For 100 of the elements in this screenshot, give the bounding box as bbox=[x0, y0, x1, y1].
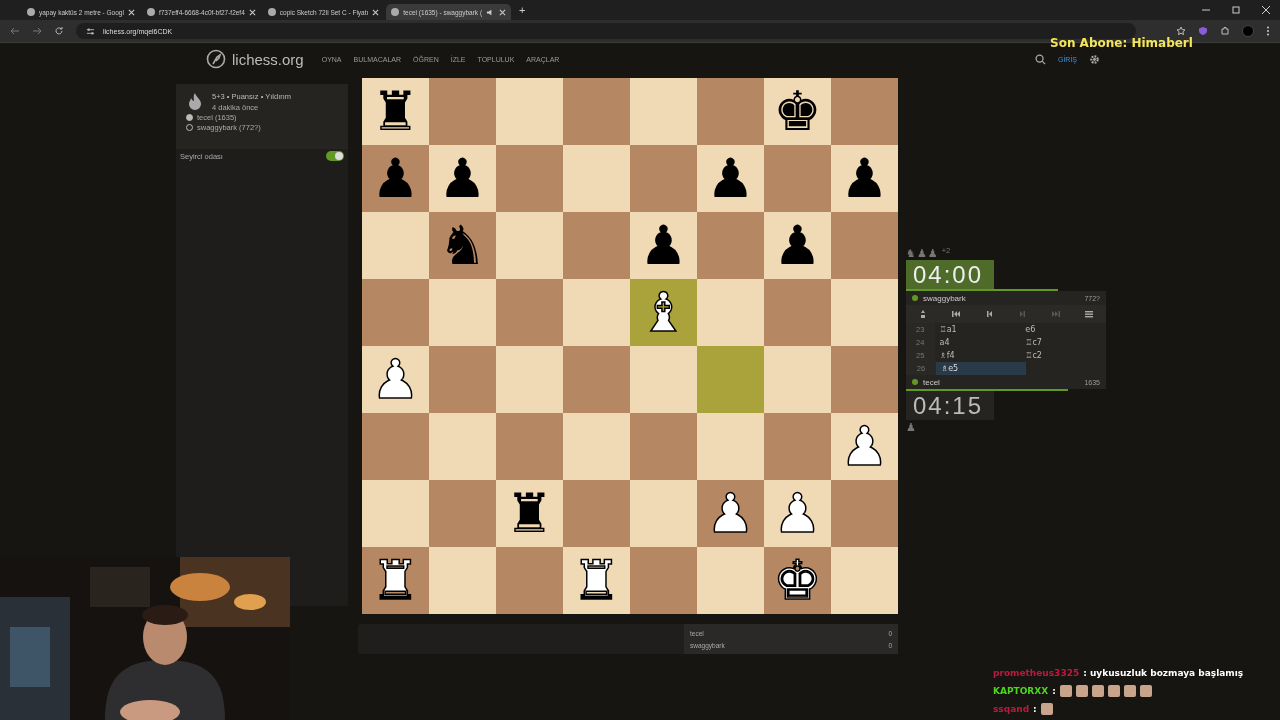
board-square[interactable] bbox=[563, 78, 630, 145]
chess-piece[interactable]: ♚ bbox=[773, 81, 822, 142]
shield-icon[interactable] bbox=[1198, 26, 1208, 36]
board-square[interactable] bbox=[496, 212, 563, 279]
board-square[interactable]: ♜ bbox=[496, 480, 563, 547]
board-square[interactable] bbox=[563, 212, 630, 279]
site-logo[interactable]: lichess.org bbox=[232, 50, 304, 68]
more-icon[interactable] bbox=[1266, 26, 1270, 36]
board-square[interactable] bbox=[831, 346, 898, 413]
prev-icon[interactable] bbox=[984, 309, 995, 319]
close-icon[interactable] bbox=[499, 8, 507, 16]
board-square[interactable] bbox=[764, 145, 831, 212]
board-square[interactable] bbox=[630, 413, 697, 480]
star-icon[interactable] bbox=[1176, 26, 1186, 36]
move[interactable]: ♗f4 bbox=[934, 349, 1021, 362]
board-square[interactable] bbox=[496, 547, 563, 614]
close-icon[interactable] bbox=[248, 8, 256, 16]
close-icon[interactable] bbox=[1262, 6, 1270, 14]
board-square[interactable] bbox=[831, 279, 898, 346]
restore-icon[interactable] bbox=[1232, 6, 1240, 14]
board-square[interactable] bbox=[697, 78, 764, 145]
board-square[interactable] bbox=[563, 279, 630, 346]
board-square[interactable] bbox=[831, 547, 898, 614]
board-square[interactable] bbox=[429, 547, 496, 614]
move[interactable]: e6 bbox=[1020, 323, 1106, 336]
board-square[interactable] bbox=[429, 78, 496, 145]
board-square[interactable] bbox=[362, 212, 429, 279]
board-square[interactable] bbox=[496, 413, 563, 480]
site-info-icon[interactable] bbox=[86, 26, 95, 36]
board-square[interactable] bbox=[697, 346, 764, 413]
menu-icon[interactable] bbox=[1084, 309, 1095, 319]
board-square[interactable]: ♟ bbox=[831, 145, 898, 212]
toggle-switch[interactable] bbox=[326, 151, 344, 161]
chessboard[interactable]: ♜ ♚ ♟ ♟ ♟ ♟ ♞ ♟ ♟ ♝ ♟ ♟ ♜ ♟ ♟ ♜ ♜ ♚ bbox=[362, 78, 898, 614]
board-square[interactable] bbox=[563, 413, 630, 480]
move[interactable]: ♖c7 bbox=[1020, 336, 1106, 349]
board-square[interactable] bbox=[362, 480, 429, 547]
knight-logo-icon[interactable] bbox=[206, 49, 226, 69]
chess-piece[interactable]: ♟ bbox=[438, 148, 487, 209]
board-square[interactable] bbox=[429, 413, 496, 480]
board-square[interactable] bbox=[563, 346, 630, 413]
minimize-icon[interactable] bbox=[1202, 6, 1210, 14]
board-square[interactable] bbox=[831, 212, 898, 279]
board-square[interactable]: ♞ bbox=[429, 212, 496, 279]
board-square[interactable]: ♟ bbox=[429, 145, 496, 212]
board-square[interactable] bbox=[496, 78, 563, 145]
board-square[interactable]: ♜ bbox=[362, 78, 429, 145]
board-square[interactable] bbox=[630, 145, 697, 212]
board-square[interactable] bbox=[630, 547, 697, 614]
board-square[interactable] bbox=[697, 413, 764, 480]
close-icon[interactable] bbox=[127, 8, 135, 16]
chess-piece[interactable]: ♟ bbox=[706, 148, 755, 209]
chess-piece[interactable]: ♟ bbox=[639, 215, 688, 276]
player-name[interactable]: tecel bbox=[923, 377, 940, 387]
chess-piece[interactable]: ♟ bbox=[840, 148, 889, 209]
board-square[interactable] bbox=[831, 78, 898, 145]
move[interactable]: a4 bbox=[934, 336, 1021, 349]
board-square[interactable]: ♟ bbox=[630, 212, 697, 279]
puzzle-icon[interactable] bbox=[1220, 26, 1230, 36]
reload-icon[interactable] bbox=[54, 26, 64, 36]
chess-piece[interactable]: ♜ bbox=[371, 81, 420, 142]
board-square[interactable] bbox=[764, 413, 831, 480]
board-square[interactable] bbox=[831, 480, 898, 547]
move[interactable]: ♖c2 bbox=[1020, 349, 1106, 362]
chess-piece[interactable]: ♜ bbox=[505, 483, 554, 544]
board-square[interactable] bbox=[429, 346, 496, 413]
chess-piece[interactable]: ♟ bbox=[773, 215, 822, 276]
board-square[interactable]: ♟ bbox=[697, 145, 764, 212]
forward-icon[interactable] bbox=[32, 26, 42, 36]
board-square[interactable] bbox=[496, 145, 563, 212]
board-square[interactable] bbox=[496, 279, 563, 346]
board-square[interactable] bbox=[429, 279, 496, 346]
board-square[interactable] bbox=[630, 480, 697, 547]
board-square[interactable]: ♟ bbox=[764, 212, 831, 279]
board-square[interactable] bbox=[764, 279, 831, 346]
board-square[interactable]: ♚ bbox=[764, 78, 831, 145]
board-square[interactable] bbox=[630, 346, 697, 413]
board-square[interactable] bbox=[697, 279, 764, 346]
chess-piece[interactable]: ♞ bbox=[438, 215, 487, 276]
board-square[interactable] bbox=[563, 480, 630, 547]
new-tab-button[interactable]: + bbox=[513, 4, 532, 16]
settings-icon[interactable] bbox=[1089, 53, 1100, 65]
profile-avatar[interactable] bbox=[1242, 25, 1254, 37]
board-square[interactable] bbox=[496, 346, 563, 413]
move[interactable]: ♗e5 bbox=[936, 362, 1026, 375]
board-square[interactable] bbox=[429, 480, 496, 547]
board-square[interactable] bbox=[362, 413, 429, 480]
first-icon[interactable] bbox=[951, 309, 961, 319]
move[interactable]: ♖a1 bbox=[934, 323, 1021, 336]
board-square[interactable] bbox=[764, 346, 831, 413]
player-name[interactable]: swaggybark bbox=[923, 293, 966, 303]
board-square[interactable] bbox=[563, 145, 630, 212]
board-square[interactable]: ♟ bbox=[362, 145, 429, 212]
board-square[interactable] bbox=[630, 78, 697, 145]
board-square[interactable] bbox=[697, 547, 764, 614]
search-icon[interactable] bbox=[1034, 53, 1046, 65]
back-icon[interactable] bbox=[10, 26, 20, 36]
close-icon[interactable] bbox=[372, 8, 380, 16]
chess-piece[interactable]: ♟ bbox=[371, 148, 420, 209]
board-square[interactable] bbox=[697, 212, 764, 279]
